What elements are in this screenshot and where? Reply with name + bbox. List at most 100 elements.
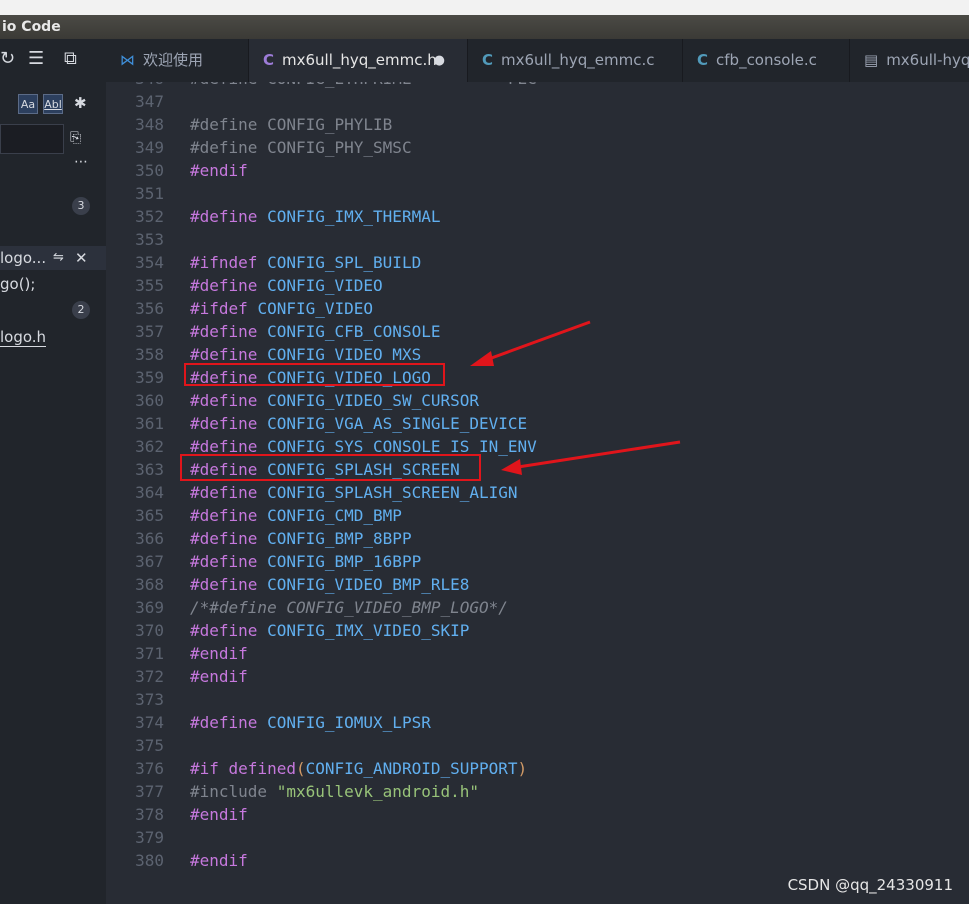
highlight-box-line-363 xyxy=(180,454,481,481)
tab-mx6ull-hyq-emmc-h[interactable]: Cmx6ull_hyq_emmc.h ● xyxy=(249,39,468,82)
replace-icon[interactable]: ⇋ xyxy=(53,246,64,270)
code-line[interactable]: #ifdef CONFIG_VIDEO xyxy=(190,297,373,320)
code-line[interactable]: #define CONFIG_IOMUX_LPSR xyxy=(190,711,431,734)
line-number: 380 xyxy=(135,851,164,870)
code-line[interactable]: /*#define CONFIG_VIDEO_BMP_LOGO*/ xyxy=(190,596,508,619)
line-number: 374 xyxy=(135,713,164,732)
search-result-file-row[interactable]: logo... ⇋ ✕ xyxy=(0,246,106,270)
line-number: 362 xyxy=(135,437,164,456)
tab-label: mx6ull_hyq_emmc.c xyxy=(501,51,655,69)
line-number: 348 xyxy=(135,115,164,134)
more-options-icon[interactable]: ⋯ xyxy=(74,154,89,170)
code-line[interactable]: #define CONFIG_CMD_BMP xyxy=(190,504,402,527)
code-line[interactable]: #ifndef CONFIG_SPL_BUILD xyxy=(190,251,421,274)
result-file-name: logo.h xyxy=(0,328,47,347)
collapse-all-icon[interactable]: ⧉ xyxy=(64,49,77,69)
code-line[interactable]: #define CONFIG_VIDEO xyxy=(190,274,383,297)
code-line[interactable]: #define CONFIG_IMX_VIDEO_SKIP xyxy=(190,619,469,642)
clear-results-icon[interactable]: ☰ xyxy=(28,49,44,69)
line-number: 356 xyxy=(135,299,164,318)
line-number: 373 xyxy=(135,690,164,709)
code-line[interactable]: #include "mx6ullevk_android.h" xyxy=(190,780,479,803)
line-number: 372 xyxy=(135,667,164,686)
tab-mx6ull-hyq-dts[interactable]: ▤ mx6ull-hyq- xyxy=(850,39,969,82)
line-number: 369 xyxy=(135,598,164,617)
line-number: 349 xyxy=(135,138,164,157)
close-icon[interactable]: ✕ xyxy=(75,246,88,270)
tab-welcome[interactable]: ⋈ 欢迎使用 xyxy=(106,39,249,82)
tab-mx6ull-hyq-emmc-c[interactable]: Cmx6ull_hyq_emmc.c xyxy=(468,39,683,82)
line-number: 379 xyxy=(135,828,164,847)
line-number: 354 xyxy=(135,253,164,272)
line-number: 364 xyxy=(135,483,164,502)
replace-input[interactable] xyxy=(0,124,64,154)
code-line[interactable]: #endif xyxy=(190,803,248,826)
line-number: 378 xyxy=(135,805,164,824)
code-line[interactable]: #define CONFIG_BMP_8BPP xyxy=(190,527,412,550)
c-file-icon: C xyxy=(263,51,275,69)
line-number: 371 xyxy=(135,644,164,663)
line-number: 368 xyxy=(135,575,164,594)
line-number: 358 xyxy=(135,345,164,364)
code-line[interactable]: #define CONFIG_VGA_AS_SINGLE_DEVICE xyxy=(190,412,527,435)
line-number: 377 xyxy=(135,782,164,801)
c-file-icon: C xyxy=(482,51,494,69)
code-line[interactable]: #define CONFIG_BMP_16BPP xyxy=(190,550,421,573)
code-line[interactable]: #define CONFIG_PHYLIB xyxy=(190,113,392,136)
tab-bar: ↻ ☰ ⧉ ⋈ 欢迎使用 Cmx6ull_hyq_emmc.h ● Cmx6ull… xyxy=(0,39,969,82)
tab-label: 欢迎使用 xyxy=(143,51,204,69)
tab-label: mx6ull-hyq- xyxy=(886,51,969,69)
line-number: 352 xyxy=(135,207,164,226)
line-number: 355 xyxy=(135,276,164,295)
code-line[interactable]: #endif xyxy=(190,665,248,688)
tab-label: mx6ull_hyq_emmc.h xyxy=(282,51,437,69)
search-result-file-row[interactable]: logo.h xyxy=(0,325,106,349)
line-number: 357 xyxy=(135,322,164,341)
code-line[interactable]: #define CONFIG_SPLASH_SCREEN_ALIGN xyxy=(190,481,518,504)
code-line[interactable]: #define CONFIG_ETHPRIME "FEC" xyxy=(190,82,546,90)
line-number: 365 xyxy=(135,506,164,525)
code-line[interactable]: #define CONFIG_IMX_THERMAL xyxy=(190,205,440,228)
replace-all-icon[interactable]: ⎘ xyxy=(70,130,81,146)
file-icon: ▤ xyxy=(864,51,879,69)
code-line[interactable]: #define CONFIG_PHY_SMSC xyxy=(190,136,412,159)
code-line[interactable]: #endif xyxy=(190,642,248,665)
tab-cfb-console-c[interactable]: Ccfb_console.c xyxy=(683,39,850,82)
code-line[interactable]: #define CONFIG_VIDEO_BMP_RLE8 xyxy=(190,573,469,596)
line-number: 376 xyxy=(135,759,164,778)
search-result-match-row[interactable]: go(); xyxy=(0,272,106,296)
top-strip xyxy=(0,0,969,15)
code-line[interactable]: #define CONFIG_CFB_CONSOLE xyxy=(190,320,440,343)
code-line[interactable]: #endif xyxy=(190,159,248,182)
line-number: 346 xyxy=(106,82,164,90)
csdn-watermark: CSDN @qq_24330911 xyxy=(787,876,953,894)
code-line[interactable]: #define CONFIG_VIDEO_SW_CURSOR xyxy=(190,389,479,412)
line-number: 361 xyxy=(135,414,164,433)
result-count-badge: 2 xyxy=(72,301,90,319)
window-title: io Code xyxy=(0,15,969,39)
code-editor[interactable]: 346 347 348 349 350 351 352 353 354 355 356 357 358 3… xyxy=(106,82,969,904)
code-line[interactable]: #if defined(CONFIG_ANDROID_SUPPORT) xyxy=(190,757,527,780)
code-line[interactable]: #endif xyxy=(190,849,248,872)
line-number: 351 xyxy=(135,184,164,203)
highlight-box-line-359 xyxy=(184,363,445,386)
tab-label: cfb_console.c xyxy=(716,51,817,69)
line-number: 375 xyxy=(135,736,164,755)
line-number: 353 xyxy=(135,230,164,249)
vscode-logo-icon: ⋈ xyxy=(120,51,135,69)
result-file-name: logo... xyxy=(0,249,47,267)
sidebar-actions: ↻ ☰ ⧉ xyxy=(0,39,106,82)
line-number: 363 xyxy=(135,460,164,479)
match-case-toggle[interactable]: Aa xyxy=(18,94,38,114)
line-number: 367 xyxy=(135,552,164,571)
search-sidebar: Aa Abl ✱ ⎘ ⋯ 3 logo... ⇋ ✕ go(); 2 logo.… xyxy=(0,82,106,904)
line-number: 359 xyxy=(135,368,164,387)
regex-icon[interactable]: ✱ xyxy=(74,94,87,112)
unsaved-dot-icon[interactable]: ● xyxy=(434,39,445,82)
match-whole-word-toggle[interactable]: Abl xyxy=(43,94,63,114)
line-number: 347 xyxy=(135,92,164,111)
refresh-icon[interactable]: ↻ xyxy=(0,49,15,69)
red-arrow-line-359 xyxy=(470,320,591,366)
line-number: 366 xyxy=(135,529,164,548)
line-number: 370 xyxy=(135,621,164,640)
